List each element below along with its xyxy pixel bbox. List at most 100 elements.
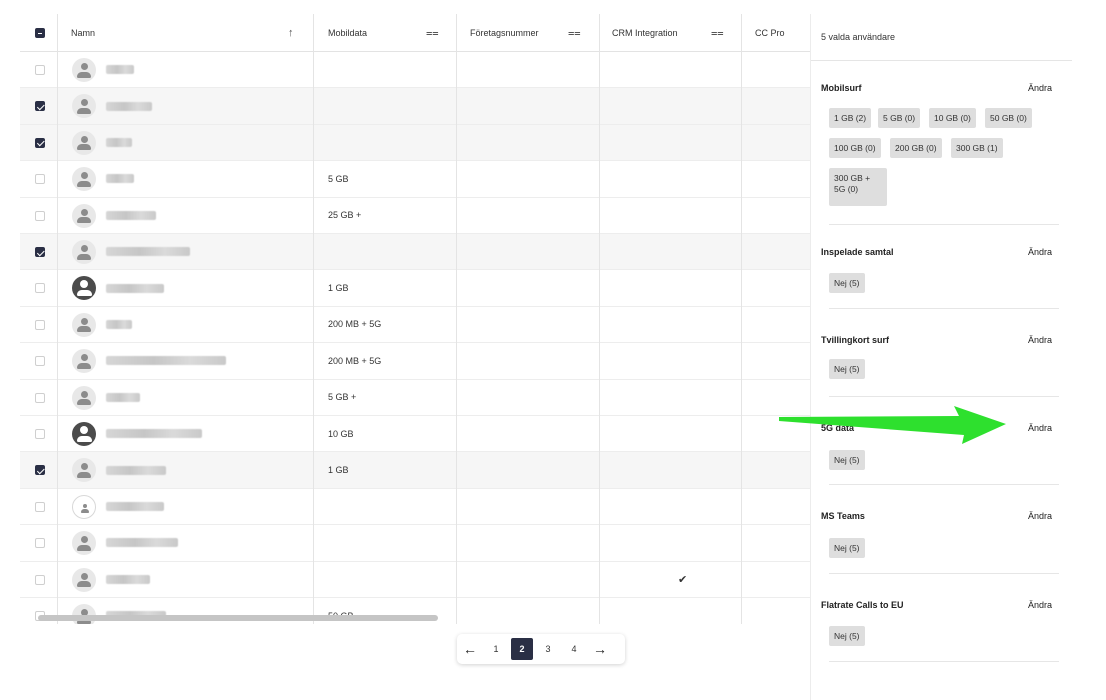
page: Namn ↑ Mobildata ⩵ Företagsnummer ⩵ CRM …	[0, 0, 1106, 700]
chip-10gb: 10 GB (0)	[929, 108, 976, 128]
avatar	[72, 94, 96, 119]
avatar	[72, 203, 96, 228]
avatar-head	[80, 172, 88, 180]
select-all-checkbox[interactable]	[35, 28, 45, 38]
edit-mobilsurf-link[interactable]: Ändra	[1028, 83, 1052, 93]
table-row[interactable]	[20, 88, 810, 125]
section-divider	[829, 308, 1059, 309]
row-checkbox[interactable]	[35, 392, 45, 403]
table-row[interactable]: 10 GB	[20, 416, 810, 453]
avatar-head	[80, 63, 88, 70]
row-checkbox[interactable]	[35, 501, 45, 512]
edit-ms-teams-link[interactable]: Ändra	[1028, 511, 1052, 521]
avatar-body	[77, 471, 91, 478]
column-header-cc-pro[interactable]: CC Pro	[755, 14, 785, 52]
redacted-user-name	[106, 137, 132, 147]
edit-tvillingkort-surf-link[interactable]: Ändra	[1028, 335, 1052, 345]
table-row[interactable]	[20, 234, 810, 271]
row-checkbox[interactable]	[35, 283, 45, 294]
table-row[interactable]: 5 GB	[20, 161, 810, 198]
chip-nej: Nej (5)	[829, 626, 865, 646]
row-checkbox[interactable]	[35, 538, 45, 549]
avatar	[72, 240, 96, 264]
avatar	[72, 422, 96, 446]
row-checkbox[interactable]	[35, 101, 45, 112]
redacted-user-name	[106, 538, 178, 548]
row-checkbox[interactable]	[35, 137, 45, 148]
row-checkbox[interactable]	[35, 210, 45, 221]
avatar-body	[77, 144, 91, 151]
row-checkbox[interactable]	[35, 465, 45, 476]
chip-nej: Nej (5)	[829, 538, 865, 558]
avatar	[72, 58, 96, 82]
row-checkbox[interactable]	[35, 319, 45, 330]
table-row[interactable]: 1 GB	[20, 270, 810, 307]
table-row[interactable]	[20, 525, 810, 562]
avatar-body	[77, 362, 91, 369]
table-row[interactable]: ✔	[20, 562, 810, 598]
column-header-foretagsnummer[interactable]: Företagsnummer	[470, 14, 539, 52]
sort-up-arrow-icon[interactable]: ↑	[288, 27, 294, 39]
row-checkbox[interactable]	[35, 574, 45, 585]
column-header-mobildata[interactable]: Mobildata	[328, 14, 367, 52]
filter-icon[interactable]: ⩵	[426, 27, 439, 40]
table-row[interactable]: 200 MB + 5G	[20, 307, 810, 344]
row-checkbox[interactable]	[35, 429, 45, 439]
avatar-body	[77, 544, 91, 551]
column-divider	[313, 14, 314, 624]
row-checkbox[interactable]	[35, 247, 45, 257]
column-header-crm-integration[interactable]: CRM Integration	[612, 14, 678, 52]
avatar-body	[76, 290, 92, 296]
column-divider	[456, 14, 457, 624]
column-divider	[599, 14, 600, 624]
page-4-button[interactable]: 4	[563, 638, 585, 660]
filter-icon[interactable]: ⩵	[711, 27, 724, 40]
redacted-user-name	[106, 465, 166, 475]
chip-300gb-5g: 300 GB + 5G (0)	[829, 168, 887, 206]
avatar	[72, 494, 96, 519]
avatar-head	[80, 572, 88, 580]
mobildata-cell: 1 GB	[328, 283, 349, 294]
edit-flatrate-calls-eu-link[interactable]: Ändra	[1028, 600, 1052, 610]
avatar-body	[77, 71, 91, 78]
row-checkbox[interactable]	[35, 356, 45, 367]
next-page-icon[interactable]: →	[587, 641, 613, 657]
column-header-namn[interactable]: Namn	[71, 14, 95, 52]
avatar-body	[77, 399, 91, 406]
page-2-button[interactable]: 2	[511, 638, 533, 660]
table-row[interactable]	[20, 124, 810, 162]
page-1-button[interactable]: 1	[485, 638, 507, 660]
avatar-body	[77, 217, 91, 224]
row-checkbox[interactable]	[35, 65, 45, 75]
mobildata-cell: 10 GB	[328, 428, 354, 439]
table-header: Namn ↑ Mobildata ⩵ Företagsnummer ⩵ CRM …	[20, 14, 810, 52]
avatar-head	[80, 390, 88, 398]
table-row[interactable]: 200 MB + 5G	[20, 343, 810, 380]
section-divider	[829, 396, 1059, 397]
section-divider	[829, 484, 1059, 485]
previous-page-icon[interactable]: ←	[457, 641, 483, 657]
redacted-user-name	[106, 574, 150, 584]
avatar-head	[80, 99, 88, 107]
table-row[interactable]: 25 GB +	[20, 198, 810, 234]
row-checkbox[interactable]	[35, 174, 45, 185]
table-row[interactable]: 5 GB +	[20, 380, 810, 416]
section-title-ms-teams: MS Teams	[821, 511, 865, 521]
chip-300gb: 300 GB (1)	[951, 138, 1003, 158]
chip-50gb: 50 GB (0)	[985, 108, 1032, 128]
table-row[interactable]: 1 GB	[20, 452, 810, 489]
table-row[interactable]	[20, 489, 810, 526]
horizontal-scrollbar[interactable]	[38, 615, 438, 621]
page-3-button[interactable]: 3	[537, 638, 559, 660]
redacted-user-name	[106, 65, 134, 75]
avatar-head	[80, 426, 88, 434]
filter-icon[interactable]: ⩵	[568, 27, 581, 40]
edit-5g-data-link[interactable]: Ändra	[1028, 423, 1052, 433]
avatar	[72, 385, 96, 410]
mobildata-cell: 25 GB +	[328, 210, 362, 221]
section-title-inspelade-samtal: Inspelade samtal	[821, 247, 894, 257]
mobildata-cell: 200 MB + 5G	[328, 319, 382, 330]
avatar-head	[80, 463, 88, 471]
table-row[interactable]	[20, 52, 810, 89]
edit-inspelade-samtal-link[interactable]: Ändra	[1028, 247, 1052, 257]
